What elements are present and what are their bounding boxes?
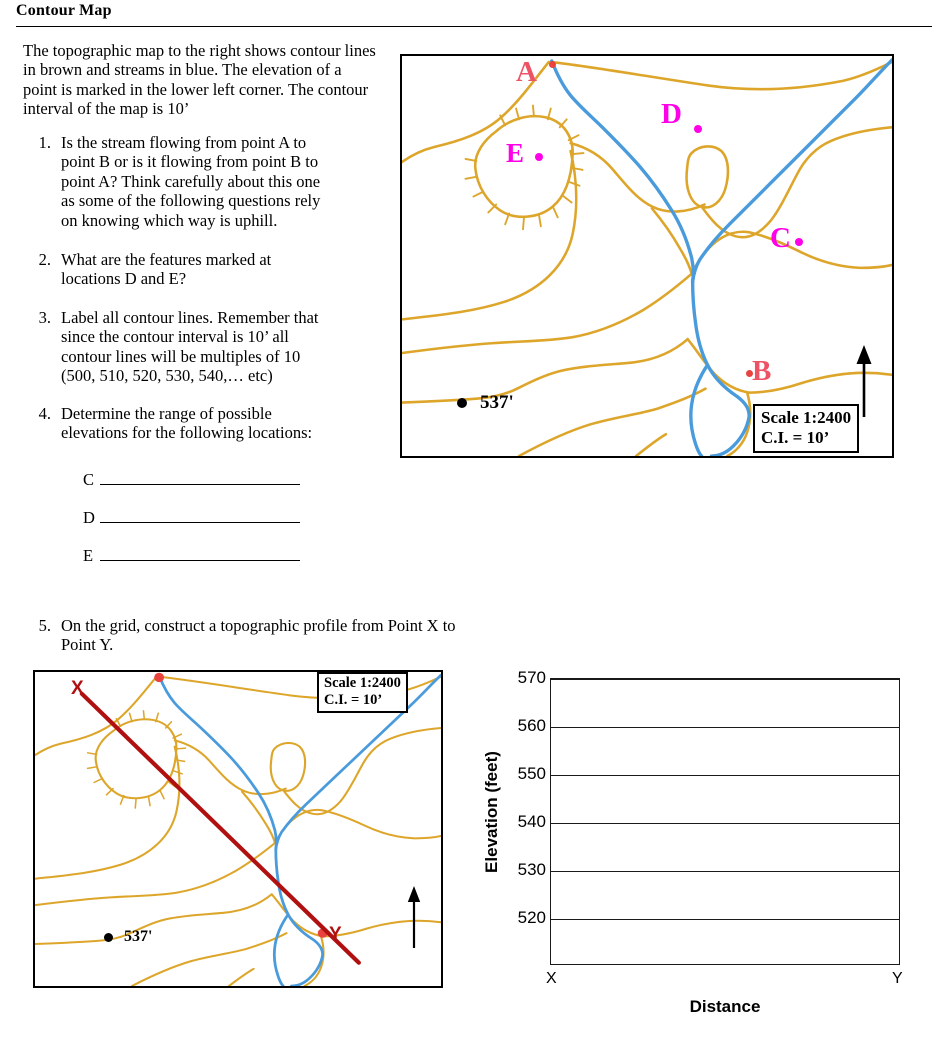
transect-label-y: Y: [329, 924, 342, 945]
map-point-dot-d: [694, 125, 702, 133]
map-point-label-b: B: [752, 355, 772, 387]
chart-gridline-560: [551, 727, 899, 728]
chart-x-tick-x: X: [546, 970, 557, 987]
question-number-5: 5.: [38, 616, 51, 635]
main-map-spot-elevation: 537': [457, 392, 514, 414]
depression-hachures: [464, 104, 585, 231]
map-point-label-e: E: [506, 138, 525, 168]
question-number-1: 1.: [38, 133, 51, 152]
map-point-dot-e: [535, 153, 543, 161]
question-text-1: Is the stream flowing from point A to po…: [61, 133, 321, 230]
question-text-3: Label all contour lines. Remember that s…: [61, 308, 319, 386]
map-point-dot-b: [746, 370, 753, 377]
chart-x-tick-y: Y: [892, 970, 903, 987]
chart-y-tick-530: 530: [517, 860, 546, 879]
profile-map-scale-text: Scale 1:2400: [324, 675, 401, 691]
answer-blank-d[interactable]: D: [83, 508, 300, 528]
header-divider: [16, 26, 932, 27]
chart-plot-area[interactable]: [550, 678, 900, 965]
chart-gridline-530: [551, 871, 899, 872]
chart-gridline-550: [551, 775, 899, 776]
question-number-2: 2.: [38, 250, 51, 269]
answer-blank-label-d: D: [83, 508, 95, 527]
question-item-5: 5. On the grid, construct a topographic …: [31, 616, 481, 655]
spot-elevation-dot: [457, 398, 467, 408]
chart-gridline-520: [551, 919, 899, 920]
profile-depression-hachures: [86, 710, 187, 809]
elevation-profile-chart: Elevation (feet) 570 560 550 540 530 520…: [460, 660, 940, 1050]
main-map-scale-box: Scale 1:2400 C.I. = 10’: [753, 404, 860, 453]
chart-x-axis-label: Distance: [689, 997, 761, 1016]
profile-spot-elevation-value: 537': [124, 928, 153, 945]
question-number-3: 3.: [38, 308, 51, 327]
chart-y-tick-550: 550: [517, 764, 546, 783]
transect-start-dot: [154, 672, 165, 683]
profile-stream-lines-group: [157, 673, 441, 986]
question-text-2: What are the features marked at location…: [61, 250, 272, 289]
answer-blank-line-c[interactable]: [100, 470, 300, 485]
answer-blank-label-e: E: [83, 546, 94, 565]
question-text-5: On the grid, construct a topographic pro…: [61, 616, 456, 655]
answer-blank-e[interactable]: E: [83, 546, 300, 566]
main-map-contour-interval-text: C.I. = 10’: [761, 428, 830, 447]
intro-paragraph: The topographic map to the right shows c…: [23, 41, 376, 119]
map-point-label-a: A: [516, 56, 537, 88]
stream-lines-group: [550, 58, 892, 456]
profile-spot-elevation-dot: [104, 932, 113, 942]
profile-contour-lines-group: [35, 675, 441, 986]
map-point-dot-c: [795, 238, 803, 246]
profile-map-spot-elevation: 537': [104, 928, 152, 946]
profile-map-scale-box: Scale 1:2400 C.I. = 10’: [317, 672, 408, 713]
transect-label-x: X: [71, 678, 84, 699]
map-point-label-c: C: [770, 222, 791, 254]
chart-gridline-570: [551, 679, 899, 680]
chart-gridline-540: [551, 823, 899, 824]
transect-line-xy: [79, 691, 361, 965]
map-point-dot-a: [549, 61, 556, 68]
profile-north-arrow-icon: [407, 886, 421, 948]
page-title: Contour Map: [16, 2, 112, 19]
question-item-3: 3. Label all contour lines. Remember tha…: [31, 308, 323, 386]
question-number-4: 4.: [38, 404, 51, 423]
question-text-4: Determine the range of possible elevatio…: [61, 404, 313, 443]
chart-y-tick-570: 570: [517, 668, 546, 687]
chart-y-tick-520: 520: [517, 908, 546, 927]
profile-contour-map: [33, 670, 443, 988]
profile-map-graphic: [35, 672, 441, 986]
map-point-label-d: D: [661, 98, 682, 130]
question-item-2: 2. What are the features marked at locat…: [31, 250, 323, 289]
chart-y-tick-540: 540: [517, 812, 546, 831]
answer-blank-line-d[interactable]: [100, 508, 300, 523]
answer-blank-c[interactable]: C: [83, 470, 300, 490]
profile-map-contour-interval-text: C.I. = 10’: [324, 692, 383, 708]
question-item-4: 4. Determine the range of possible eleva…: [31, 404, 323, 443]
spot-elevation-value: 537': [480, 392, 514, 413]
main-map-scale-text: Scale 1:2400: [761, 408, 852, 427]
question-item-1: 1. Is the stream flowing from point A to…: [31, 133, 323, 230]
chart-y-tick-560: 560: [517, 716, 546, 735]
answer-blank-label-c: C: [83, 470, 95, 489]
answer-blank-line-e[interactable]: [100, 546, 300, 561]
